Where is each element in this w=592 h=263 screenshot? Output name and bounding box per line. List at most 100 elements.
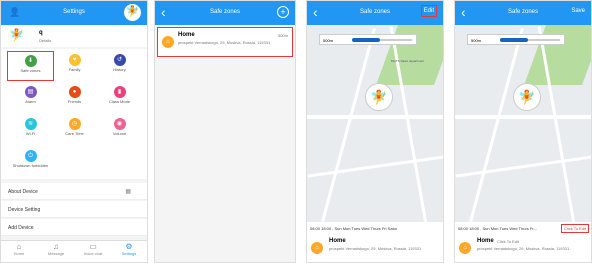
row-label: About Device [8,189,38,195]
click-to-edit-button[interactable]: Click To Edit [561,224,589,233]
zone-name: Home [477,238,494,244]
volume-icon: ◉ [113,118,126,130]
edit-header: ‹ Safe zones Save [455,1,591,25]
safe-zones-list-screen: ‹ Safe zones + ⌂ Home 500m prospekt Vern… [154,0,296,263]
settings-grid: ⬇ Safe zones ♥ Family ↺ History ▤ Alarm ● Fri… [1,49,147,179]
tab-label: Message [47,251,65,256]
schedule-bar: 08:00 18:00 , Sun Mon Tues Wed Thurs Fr.… [455,222,591,234]
map-header: ‹ Safe zones Edit [307,1,443,25]
map-view[interactable]: 500m MGTS Sales department 🧚 [307,25,443,222]
device-marker[interactable]: 🧚 [513,83,541,111]
save-button[interactable]: Save [571,8,585,14]
home-icon: ⌂ [162,36,174,48]
safe-zones-title: Safe zones [209,9,241,15]
location-icon: ⬇ [24,55,37,67]
zone-address: prospekt Vernadskogo, 29, Moskva, Russia… [329,246,422,251]
grid-item-wifi[interactable]: ≋ Wi-Fi [7,115,54,145]
grid-item-shutdown[interactable]: ⏻ Shutdown forbidden [7,147,54,177]
grid-label: Wi-Fi [25,131,36,136]
device-profile[interactable]: 🧚 q Details [1,25,147,47]
grid-item-alarm[interactable]: ▤ Alarm [7,83,54,113]
slider-track [380,39,412,41]
zone-info-panel[interactable]: ⌂ Home prospekt Vernadskogo, 29, Moskva,… [307,234,443,262]
row-add-device[interactable]: Add Device [1,219,147,236]
bell-icon: ♫ [53,242,59,251]
zone-address: prospekt Vernadskogo, 29, Moskva, Russia… [178,40,271,45]
map-road [469,28,524,222]
shutdown-icon: ⏻ [24,150,37,162]
qr-icon: ▦ [125,189,131,195]
zoom-label: 500m [471,38,482,43]
device-marker[interactable]: 🧚 [365,83,393,111]
grid-label: Friends [67,99,82,104]
grid-label: Volume [112,131,127,136]
tab-voice-chat[interactable]: ▭ Voice chat [75,242,111,262]
tab-home[interactable]: ⌂ Home [1,242,37,262]
safe-zone-item[interactable]: ⌂ Home 500m prospekt Vernadskogo, 29, Mo… [157,27,293,57]
grid-label: Family [68,67,81,72]
tab-label: Settings [121,251,137,256]
gear-icon: ⚙ [125,242,133,251]
device-avatar: 🧚 [9,28,24,42]
avatar[interactable]: 🧚 [124,4,141,21]
history-icon: ↺ [113,54,126,66]
zone-address: prospekt Vernadskogo, 29, Moskva, Russia… [477,246,570,251]
add-icon[interactable]: + [277,6,289,18]
map-poi-label: MGTS Sales department [391,59,425,63]
row-label: Device Setting [8,207,41,213]
tab-settings[interactable]: ⚙ Settings [111,242,147,262]
class-mode-icon: ▮ [113,86,126,98]
grid-item-class-mode[interactable]: ▮ Class Mode [96,83,143,113]
family-icon: ♥ [68,54,81,66]
safe-zones-map-screen: ‹ Safe zones Edit 500m MGTS Sales depart… [306,0,444,263]
map-road [321,28,376,222]
zoom-slider[interactable]: 500m [467,34,565,45]
device-details: Details [39,38,52,43]
friends-icon: ● [68,86,81,98]
grid-item-care-time[interactable]: ◷ Care Time [51,115,98,145]
map-road [455,115,591,119]
slider-fill [500,38,528,42]
zone-name: Home [178,32,195,38]
chat-icon: ▭ [89,242,97,251]
map-view[interactable]: 500m 🧚 [455,25,591,222]
zone-radius: 500m [277,33,288,38]
tab-label: Voice chat [83,251,103,256]
settings-header: 👤 Settings 🧚 [1,1,147,25]
grid-label: History [113,67,126,72]
grid-item-history[interactable]: ↺ History [96,51,143,81]
grid-item-friends[interactable]: ● Friends [51,83,98,113]
map-road [307,155,443,178]
grid-label: Shutdown forbidden [12,163,49,168]
schedule-bar: 08:00 18:00 , Sun Mon Tues Wed Thurs Fri… [307,222,443,234]
row-label: Add Device [8,225,34,231]
zoom-slider[interactable]: 500m [319,34,417,45]
grid-label: Care Time [65,131,84,136]
slider-fill [352,38,380,42]
grid-item-family[interactable]: ♥ Family [51,51,98,81]
tab-label: Home [13,251,25,256]
zone-edit-hint[interactable]: Click To Edit [497,239,519,244]
wifi-icon: ≋ [24,118,37,130]
alarm-icon: ▤ [24,86,37,98]
grid-item-safe-zones[interactable]: ⬇ Safe zones [7,51,54,81]
home-icon: ⌂ [311,242,323,254]
grid-label: Safe zones [20,68,41,73]
edit-button[interactable]: Edit [420,5,437,17]
grid-label: Class Mode [108,99,131,104]
home-icon: ⌂ [16,242,22,251]
zone-name: Home [329,238,346,244]
map-road [455,155,591,178]
row-device-setting[interactable]: Device Setting [1,201,147,218]
grid-label: Alarm [25,99,36,104]
schedule-text: 08:00 18:00 , Sun Mon Tues Wed Thurs Fr.… [458,226,537,231]
safe-zones-header: ‹ Safe zones + [155,1,295,25]
home-icon: ⌂ [459,242,471,254]
care-time-icon: ◷ [68,118,81,130]
tab-message[interactable]: ♫ Message [38,242,74,262]
grid-item-volume[interactable]: ◉ Volume [96,115,143,145]
zoom-label: 500m [323,38,334,43]
safe-zones-edit-screen: ‹ Safe zones Save 500m 🧚 08:00 18:00 , S… [454,0,592,263]
zone-info-panel[interactable]: ⌂ Home Click To Edit prospekt Vernadskog… [455,234,591,262]
row-about-device[interactable]: About Device ▦ [1,183,147,200]
